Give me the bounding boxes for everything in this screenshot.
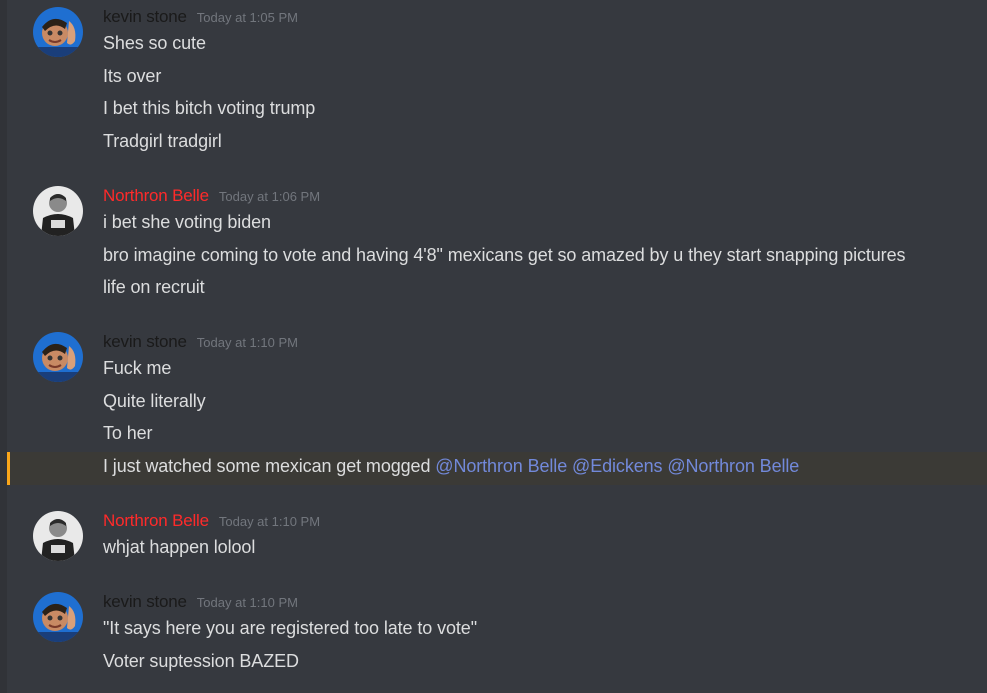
message-text: Shes so cute [103,33,206,53]
mention-edickens[interactable]: @Edickens [572,456,663,476]
message-line: Tradgirl tradgirl [7,127,987,160]
timestamp: Today at 1:10 PM [196,595,298,610]
message-text: I just watched some mexican get mogged @… [103,456,799,477]
message-text: Voter suptession BAZED [103,651,299,671]
message-text: Fuck me [103,358,172,378]
chat-message-list[interactable]: kevin stone Today at 1:05 PM Shes so cut… [0,0,987,693]
message-line: i bet she voting biden [7,208,987,241]
username[interactable]: kevin stone [103,592,187,612]
message-text: i bet she voting biden [103,212,271,232]
message-line: bro imagine coming to vote and having 4'… [7,241,987,274]
message-text: bro imagine coming to vote and having 4'… [103,245,906,265]
message-header: kevin stone Today at 1:05 PM [103,7,298,29]
username[interactable]: kevin stone [103,332,187,352]
message-line: Its over [7,62,987,95]
message-text-prefix: I just watched some mexican get mogged [103,456,436,476]
message-text: Its over [103,66,162,86]
message-text: Tradgirl tradgirl [103,131,222,151]
message-header: Northron Belle Today at 1:10 PM [103,511,320,533]
message-line: whjat happen lolool [7,533,987,566]
message-text: life on recruit [103,277,205,297]
username[interactable]: Northron Belle [103,511,209,531]
mention-northron-belle[interactable]: @Northron Belle [667,456,799,476]
message-text: "It says here you are registered too lat… [103,618,477,638]
message-header: kevin stone Today at 1:10 PM [103,592,298,614]
message-text: Quite literally [103,391,206,411]
timestamp: Today at 1:10 PM [196,335,298,350]
message-line: To her [7,419,987,452]
message-header: kevin stone Today at 1:10 PM [103,332,298,354]
message-text: To her [103,423,153,443]
mention-northron-belle[interactable]: @Northron Belle [435,456,567,476]
timestamp: Today at 1:06 PM [218,189,321,204]
message-line: "It says here you are registered too lat… [7,614,987,647]
message-text: I bet this bitch voting trump [103,98,316,118]
message-text: whjat happen lolool [103,537,256,557]
message-header: Northron Belle Today at 1:06 PM [103,186,320,208]
timestamp: Today at 1:05 PM [196,10,298,25]
message-line: Quite literally [7,387,987,420]
message-line: life on recruit [7,273,987,306]
message-line: I bet this bitch voting trump [7,94,987,127]
mentioned-message-line: I just watched some mexican get mogged @… [7,452,987,485]
timestamp: Today at 1:10 PM [218,514,321,529]
username[interactable]: kevin stone [103,7,187,27]
message-line: Fuck me [7,354,987,387]
message-line: Voter suptession BAZED [7,647,987,680]
username[interactable]: Northron Belle [103,186,209,206]
message-line: Shes so cute [7,29,987,62]
